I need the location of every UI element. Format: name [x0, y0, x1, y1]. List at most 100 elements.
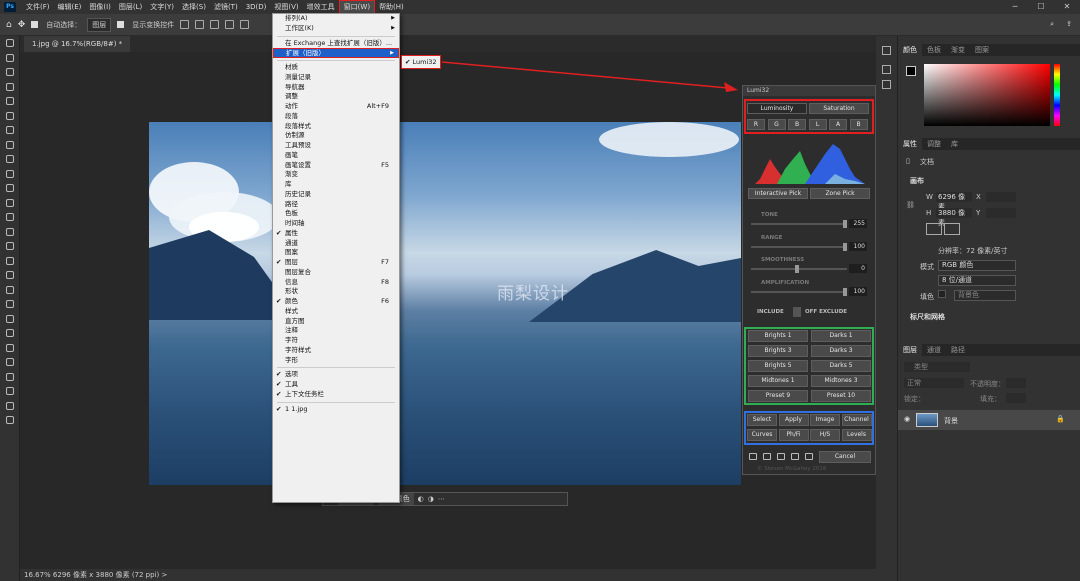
- layers-panel-tab[interactable]: 图层: [898, 344, 922, 356]
- window-menu-item[interactable]: 信息 F8: [273, 278, 399, 288]
- window-menu-item[interactable]: 导航器: [273, 83, 399, 93]
- quick-select-tool-icon[interactable]: [0, 80, 20, 95]
- menu-8[interactable]: 视图(V): [270, 0, 302, 14]
- pen-tool-icon[interactable]: [0, 254, 20, 269]
- window-menu-item[interactable]: 字符样式: [273, 346, 399, 356]
- mask-icon[interactable]: ◐: [418, 495, 424, 503]
- width-field[interactable]: 6296 像素: [936, 192, 972, 211]
- window-menu-item[interactable]: 样式: [273, 307, 399, 317]
- rectangle-tool-icon[interactable]: [0, 297, 20, 312]
- window-menu-item[interactable]: 排列(A) ▶: [273, 14, 399, 24]
- screen-mode-tool-icon[interactable]: [0, 399, 20, 414]
- edit-mode-tool-icon[interactable]: [0, 370, 20, 385]
- show-transform-checkbox[interactable]: [117, 21, 125, 28]
- align-top-icon[interactable]: [225, 20, 235, 29]
- eraser-tool-icon[interactable]: [0, 196, 20, 211]
- slider-track[interactable]: [751, 268, 847, 270]
- slider-track[interactable]: [751, 290, 847, 293]
- home-icon[interactable]: ⌂: [6, 20, 12, 30]
- submenu-item-lumi32[interactable]: Lumi32: [413, 58, 437, 66]
- extra-tool-icon[interactable]: [0, 413, 20, 428]
- comment-icon[interactable]: [882, 65, 891, 74]
- bit-depth-dropdown[interactable]: 8 位/通道: [938, 275, 1016, 286]
- fill-opacity-field[interactable]: [1006, 393, 1026, 403]
- window-menu-item[interactable]: 材质: [273, 63, 399, 73]
- layer-row[interactable]: ◉ 背景 🔒: [898, 410, 1080, 430]
- window-menu-item[interactable]: 仿制源: [273, 131, 399, 141]
- slider-knob[interactable]: [843, 220, 847, 228]
- y-field[interactable]: [986, 208, 1016, 218]
- color-panel-tab[interactable]: 颜色: [898, 44, 922, 56]
- color-swatches-tool-icon[interactable]: [0, 355, 20, 370]
- slider-knob[interactable]: [795, 265, 799, 273]
- menu-9[interactable]: 增效工具: [303, 0, 339, 14]
- info-icon[interactable]: [791, 453, 799, 460]
- opacity-field[interactable]: [1006, 378, 1026, 388]
- menu-7[interactable]: 3D(D): [242, 0, 271, 14]
- crop-tool-icon[interactable]: [0, 94, 20, 109]
- landscape-icon[interactable]: [944, 223, 960, 235]
- layers-panel-tab[interactable]: 通道: [922, 344, 946, 356]
- window-menu-item[interactable]: 路径: [273, 200, 399, 210]
- more-icon[interactable]: ⋯: [438, 495, 445, 503]
- dodge-tool-icon[interactable]: [0, 239, 20, 254]
- marquee-tool-icon[interactable]: [0, 51, 20, 66]
- lasso-tool-icon[interactable]: [0, 65, 20, 80]
- settings-icon[interactable]: [805, 453, 813, 460]
- window-menu-item[interactable]: 在 Exchange 上查找扩展（旧版）...: [273, 39, 399, 49]
- foreground-swatch[interactable]: [906, 66, 916, 76]
- window-menu-item[interactable]: 工作区(K) ▶: [273, 24, 399, 34]
- properties-panel-tab[interactable]: 调整: [922, 138, 946, 150]
- adjust-icon[interactable]: ◑: [428, 495, 434, 503]
- move-tool-icon[interactable]: ✥: [18, 20, 26, 30]
- include-exclude-toggle[interactable]: [793, 307, 801, 317]
- window-menu-item[interactable]: 形状: [273, 287, 399, 297]
- cancel-button[interactable]: Cancel: [819, 451, 871, 463]
- menu-10[interactable]: 窗口(W): [338, 0, 376, 14]
- properties-panel-tab[interactable]: 属性: [898, 138, 922, 150]
- more-tool-icon[interactable]: [0, 341, 20, 356]
- quick-mask-tool-icon[interactable]: [0, 384, 20, 399]
- window-menu-item[interactable]: 时间轴: [273, 219, 399, 229]
- slider-value[interactable]: 100: [849, 286, 867, 296]
- window-menu-item[interactable]: 动作 Alt+F9: [273, 102, 399, 112]
- pick-button[interactable]: Interactive Pick: [748, 188, 808, 199]
- window-menu-item[interactable]: 颜色 ✔ F6: [273, 297, 399, 307]
- window-menu-item[interactable]: 工具预设: [273, 141, 399, 151]
- properties-panel-tab[interactable]: 库: [946, 138, 963, 150]
- window-menu-item[interactable]: 1 1.jpg ✔: [273, 405, 399, 415]
- home-icon[interactable]: [749, 453, 757, 460]
- window-menu-item[interactable]: 画笔设置 F5: [273, 161, 399, 171]
- auto-select-dropdown[interactable]: 图层: [87, 17, 112, 32]
- slider-knob[interactable]: [843, 242, 847, 251]
- window-menu-item[interactable]: 段落样式: [273, 122, 399, 132]
- slider-value[interactable]: 0: [849, 264, 867, 273]
- portrait-icon[interactable]: [926, 223, 942, 235]
- brush-tool-icon[interactable]: [0, 152, 20, 167]
- window-menu-item[interactable]: 字符: [273, 336, 399, 346]
- align-left-icon[interactable]: [180, 20, 190, 29]
- window-menu-item[interactable]: 通道: [273, 239, 399, 249]
- layer-kind-filter[interactable]: 类型: [904, 362, 970, 372]
- window-menu-item[interactable]: 扩展（旧版） ▶: [273, 48, 399, 58]
- minimize-icon[interactable]: ─: [1002, 0, 1028, 14]
- slider-track[interactable]: [751, 245, 847, 248]
- fill-swatch[interactable]: [938, 290, 946, 298]
- window-menu-item[interactable]: 直方图: [273, 317, 399, 327]
- search-icon[interactable]: ⌕: [1050, 20, 1054, 29]
- pick-button[interactable]: Zone Pick: [810, 188, 870, 199]
- visibility-eye-icon[interactable]: ◉: [904, 415, 910, 423]
- slider-value[interactable]: 100: [849, 241, 867, 251]
- stamp-tool-icon[interactable]: [0, 167, 20, 182]
- menu-4[interactable]: 文字(Y): [146, 0, 178, 14]
- window-menu-item[interactable]: 历史记录: [273, 190, 399, 200]
- blur-tool-icon[interactable]: [0, 225, 20, 240]
- zoom-tool-icon[interactable]: [0, 326, 20, 341]
- align-right-icon[interactable]: [210, 20, 220, 29]
- window-menu-item[interactable]: 测量记录: [273, 73, 399, 83]
- window-menu-item[interactable]: 调整: [273, 92, 399, 102]
- history-brush-tool-icon[interactable]: [0, 181, 20, 196]
- document-tab[interactable]: 1.jpg @ 16.7%(RGB/8#) *: [24, 36, 131, 52]
- window-menu-item[interactable]: 工具 ✔: [273, 380, 399, 390]
- window-menu-item[interactable]: 属性 ✔: [273, 229, 399, 239]
